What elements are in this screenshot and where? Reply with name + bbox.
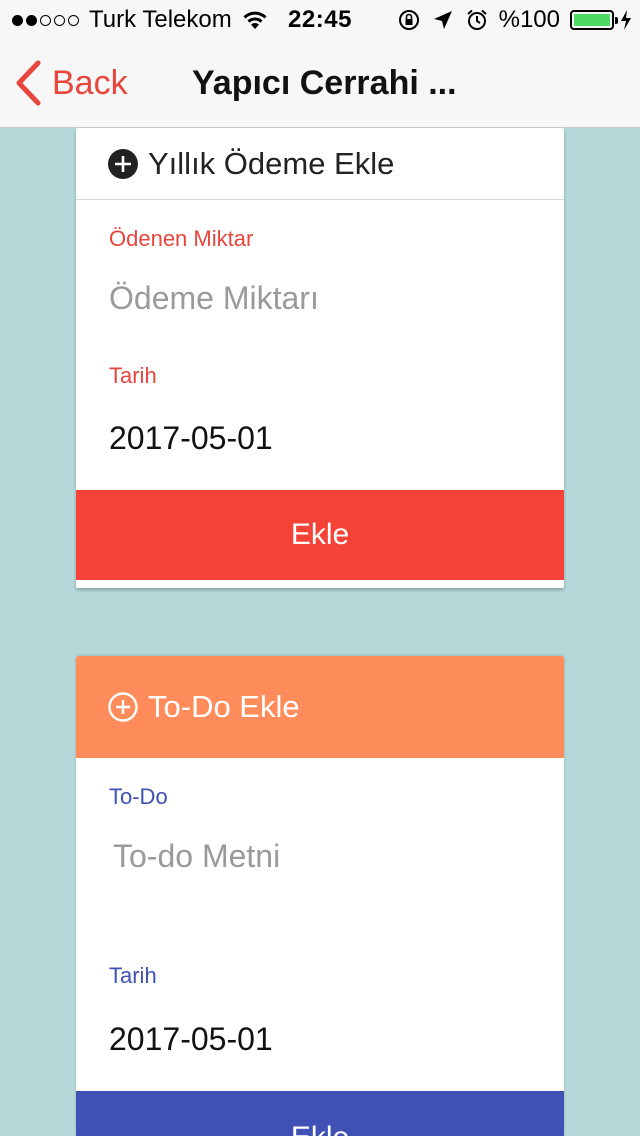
payment-date-picker[interactable]: 2017-05-01 <box>109 420 273 457</box>
battery-tip <box>615 17 618 24</box>
rotation-lock-icon <box>398 10 419 30</box>
todo-title: To-Do Ekle <box>148 689 300 724</box>
todo-header[interactable]: To-Do Ekle <box>76 656 564 758</box>
todo-card: To-Do Ekle To-Do Tarih 2017-05-01 Ekle <box>76 656 564 1136</box>
chevron-left-icon <box>16 60 41 106</box>
todo-date-field: Tarih <box>109 963 157 989</box>
todo-date-value-wrap: 2017-05-01 <box>109 1021 273 1058</box>
yearly-payment-header[interactable]: Yıllık Ödeme Ekle <box>76 128 564 200</box>
todo-label: To-Do <box>109 784 168 809</box>
status-bar: Turk Telekom 22:45 %100 <box>0 0 640 40</box>
todo-field: To-Do <box>109 784 168 810</box>
charging-icon <box>621 10 631 30</box>
yearly-payment-card: Yıllık Ödeme Ekle Ödenen Miktar Tarih 20… <box>76 128 564 588</box>
alarm-icon <box>466 9 487 30</box>
payment-date-label: Tarih <box>109 363 157 388</box>
amount-input-wrap <box>109 280 529 317</box>
add-payment-button[interactable]: Ekle <box>76 490 564 580</box>
plus-circle-icon <box>108 148 138 179</box>
battery-percentage: %100 <box>498 6 560 33</box>
navigation-bar: Back Yapıcı Cerrahi ... <box>0 40 640 128</box>
todo-input[interactable] <box>113 838 533 875</box>
yearly-payment-title: Yıllık Ödeme Ekle <box>148 145 395 181</box>
plus-circle-icon <box>108 692 138 722</box>
todo-input-wrap <box>113 838 533 875</box>
battery-icon <box>570 10 618 30</box>
payment-date-field: Tarih <box>109 363 157 389</box>
amount-label: Ödenen Miktar <box>109 226 254 251</box>
page-title: Yapıcı Cerrahi ... <box>192 64 457 102</box>
battery-level <box>574 14 610 26</box>
back-button[interactable]: Back <box>14 58 128 108</box>
back-label: Back <box>52 63 128 102</box>
todo-date-picker[interactable]: 2017-05-01 <box>109 1021 273 1058</box>
location-arrow-icon <box>433 11 452 29</box>
todo-date-label: Tarih <box>109 963 157 988</box>
add-todo-button[interactable]: Ekle <box>76 1091 564 1136</box>
payment-date-value-wrap: 2017-05-01 <box>109 420 273 457</box>
amount-field: Ödenen Miktar <box>109 226 253 252</box>
status-right: %100 <box>397 6 632 34</box>
amount-input[interactable] <box>109 280 529 317</box>
